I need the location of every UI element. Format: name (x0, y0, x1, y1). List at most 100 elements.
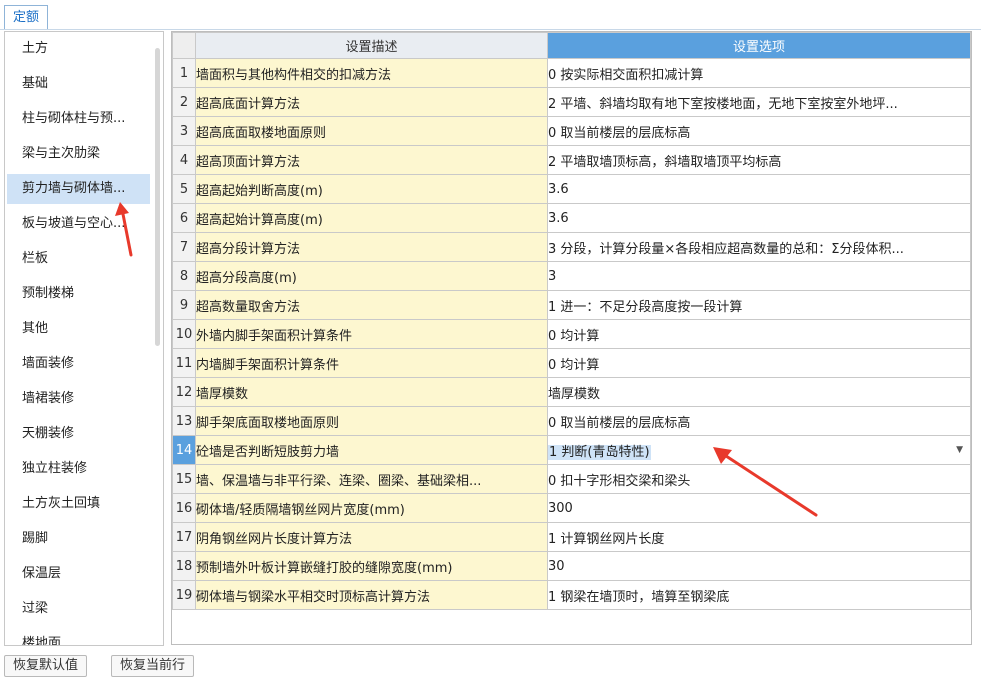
sidebar-item[interactable]: 土方 (7, 34, 150, 64)
row-number: 13 (172, 406, 196, 436)
table-row[interactable]: 11 内墙脚手架面积计算条件 0 均计算 (172, 348, 971, 378)
setting-option[interactable]: 1 钢梁在墙顶时，墙算至钢梁底 (547, 580, 971, 610)
settings-table: 设置描述 设置选项 1 墙面积与其他构件相交的扣减方法 0 按实际相交面积扣减计算 2… (172, 32, 971, 610)
row-number-header (172, 32, 196, 59)
row-number: 14 (172, 435, 196, 465)
sidebar-item[interactable]: 墙面装修 (7, 349, 150, 379)
row-number: 18 (172, 551, 196, 581)
table-row[interactable]: 8 超高分段高度(m) 3 (172, 261, 971, 291)
setting-option-dropdown[interactable]: 1 判断(青岛特性) ▼ (547, 435, 971, 465)
sidebar-item[interactable]: 柱与砌体柱与预... (7, 104, 150, 134)
table-row[interactable]: 5 超高起始判断高度(m) 3.6 (172, 174, 971, 204)
table-row[interactable]: 9 超高数量取舍方法 1 进一：不足分段高度按一段计算 (172, 290, 971, 320)
table-row[interactable]: 4 超高顶面计算方法 2 平墙取墙顶标高，斜墙取墙顶平均标高 (172, 145, 971, 175)
row-number: 11 (172, 348, 196, 378)
setting-description: 墙面积与其他构件相交的扣减方法 (195, 58, 548, 88)
sidebar-item[interactable]: 楼地面 (7, 629, 150, 645)
row-number: 12 (172, 377, 196, 407)
chevron-down-icon[interactable]: ▼ (956, 437, 963, 464)
setting-option[interactable]: 30 (547, 551, 971, 581)
setting-option[interactable]: 0 取当前楼层的层底标高 (547, 116, 971, 146)
setting-description: 砼墙是否判断短肢剪力墙 (195, 435, 548, 465)
table-row[interactable]: 18 预制墙外叶板计算嵌缝打胶的缝隙宽度(mm) 30 (172, 551, 971, 581)
setting-description: 阴角钢丝网片长度计算方法 (195, 522, 548, 552)
setting-description: 墙、保温墙与非平行梁、连梁、圈梁、基础梁相... (195, 464, 548, 494)
row-number: 6 (172, 203, 196, 233)
setting-description: 内墙脚手架面积计算条件 (195, 348, 548, 378)
sidebar-item[interactable]: 墙裙装修 (7, 384, 150, 414)
tab-quota[interactable]: 定额 (4, 5, 48, 29)
setting-option[interactable]: 0 取当前楼层的层底标高 (547, 406, 971, 436)
tab-strip: 定额 (0, 0, 981, 30)
table-row[interactable]: 1 墙面积与其他构件相交的扣减方法 0 按实际相交面积扣减计算 (172, 58, 971, 88)
restore-default-button[interactable]: 恢复默认值 (4, 655, 88, 677)
table-row[interactable]: 6 超高起始计算高度(m) 3.6 (172, 203, 971, 233)
setting-option[interactable]: 墙厚模数 (547, 377, 971, 407)
row-number: 17 (172, 522, 196, 552)
setting-option[interactable]: 0 扣十字形相交梁和梁头 (547, 464, 971, 494)
row-number: 3 (172, 116, 196, 146)
row-number: 1 (172, 58, 196, 88)
sidebar-item[interactable]: 梁与主次肋梁 (7, 139, 150, 169)
setting-description: 脚手架底面取楼地面原则 (195, 406, 548, 436)
setting-description: 预制墙外叶板计算嵌缝打胶的缝隙宽度(mm) (195, 551, 548, 581)
setting-option[interactable]: 1 计算钢丝网片长度 (547, 522, 971, 552)
row-number: 16 (172, 493, 196, 523)
row-number: 7 (172, 232, 196, 262)
setting-description: 外墙内脚手架面积计算条件 (195, 319, 548, 349)
setting-option[interactable]: 0 均计算 (547, 348, 971, 378)
sidebar-item[interactable]: 剪力墙与砌体墙... (7, 174, 150, 204)
setting-option[interactable]: 3.6 (547, 203, 971, 233)
table-row[interactable]: 19 砌体墙与钢梁水平相交时顶标高计算方法 1 钢梁在墙顶时，墙算至钢梁底 (172, 580, 971, 610)
sidebar-item[interactable]: 过梁 (7, 594, 150, 624)
setting-option[interactable]: 3.6 (547, 174, 971, 204)
sidebar-item[interactable]: 板与坡道与空心... (7, 209, 150, 239)
selected-option-text: 1 判断(青岛特性) (548, 444, 651, 460)
table-row[interactable]: 16 砌体墙/轻质隔墙钢丝网片宽度(mm) 300 (172, 493, 971, 523)
setting-option[interactable]: 1 进一：不足分段高度按一段计算 (547, 290, 971, 320)
sidebar-item[interactable]: 保温层 (7, 559, 150, 589)
setting-option[interactable]: 2 平墙取墙顶标高，斜墙取墙顶平均标高 (547, 145, 971, 175)
setting-option[interactable]: 3 (547, 261, 971, 291)
row-number: 2 (172, 87, 196, 117)
sidebar-item[interactable]: 预制楼梯 (7, 279, 150, 309)
row-number: 9 (172, 290, 196, 320)
sidebar-item[interactable]: 土方灰土回填 (7, 489, 150, 519)
sidebar-item[interactable]: 其他 (7, 314, 150, 344)
row-number: 5 (172, 174, 196, 204)
setting-description: 超高底面计算方法 (195, 87, 548, 117)
setting-description: 超高数量取舍方法 (195, 290, 548, 320)
row-number: 15 (172, 464, 196, 494)
sidebar-item[interactable]: 独立柱装修 (7, 454, 150, 484)
sidebar-scrollbar[interactable] (155, 48, 160, 346)
setting-description: 砌体墙/轻质隔墙钢丝网片宽度(mm) (195, 493, 548, 523)
sidebar-item[interactable]: 栏板 (7, 244, 150, 274)
column-header-desc: 设置描述 (195, 32, 548, 59)
table-row[interactable]: 12 墙厚模数 墙厚模数 (172, 377, 971, 407)
row-number: 10 (172, 319, 196, 349)
setting-description: 砌体墙与钢梁水平相交时顶标高计算方法 (195, 580, 548, 610)
category-sidebar: 土方基础柱与砌体柱与预... 梁与主次肋梁 剪力墙与砌体墙... 板与坡道与空心...… (4, 31, 164, 646)
table-row[interactable]: 14 砼墙是否判断短肢剪力墙 1 判断(青岛特性) ▼ (172, 435, 971, 465)
setting-option[interactable]: 2 平墙、斜墙均取有地下室按楼地面，无地下室按室外地坪... (547, 87, 971, 117)
table-row[interactable]: 10 外墙内脚手架面积计算条件 0 均计算 (172, 319, 971, 349)
table-row[interactable]: 13 脚手架底面取楼地面原则 0 取当前楼层的层底标高 (172, 406, 971, 436)
settings-grid: 设置描述 设置选项 1 墙面积与其他构件相交的扣减方法 0 按实际相交面积扣减计算 2… (171, 31, 972, 645)
sidebar-item[interactable]: 天棚装修 (7, 419, 150, 449)
sidebar-item[interactable]: 基础 (7, 69, 150, 99)
table-row[interactable]: 2 超高底面计算方法 2 平墙、斜墙均取有地下室按楼地面，无地下室按室外地坪... (172, 87, 971, 117)
setting-option[interactable]: 0 按实际相交面积扣减计算 (547, 58, 971, 88)
sidebar-item[interactable]: 踢脚 (7, 524, 150, 554)
table-row[interactable]: 7 超高分段计算方法 3 分段，计算分段量×各段相应超高数量的总和：Σ分段体积... (172, 232, 971, 262)
setting-option[interactable]: 3 分段，计算分段量×各段相应超高数量的总和：Σ分段体积... (547, 232, 971, 262)
table-row[interactable]: 17 阴角钢丝网片长度计算方法 1 计算钢丝网片长度 (172, 522, 971, 552)
setting-option[interactable]: 300 (547, 493, 971, 523)
table-row[interactable]: 3 超高底面取楼地面原则 0 取当前楼层的层底标高 (172, 116, 971, 146)
row-number: 4 (172, 145, 196, 175)
table-header-row: 设置描述 设置选项 (172, 32, 971, 59)
row-number: 19 (172, 580, 196, 610)
setting-option[interactable]: 0 均计算 (547, 319, 971, 349)
table-row[interactable]: 15 墙、保温墙与非平行梁、连梁、圈梁、基础梁相... 0 扣十字形相交梁和梁头 (172, 464, 971, 494)
restore-row-button[interactable]: 恢复当前行 (111, 655, 195, 677)
tab-divider (0, 29, 981, 30)
